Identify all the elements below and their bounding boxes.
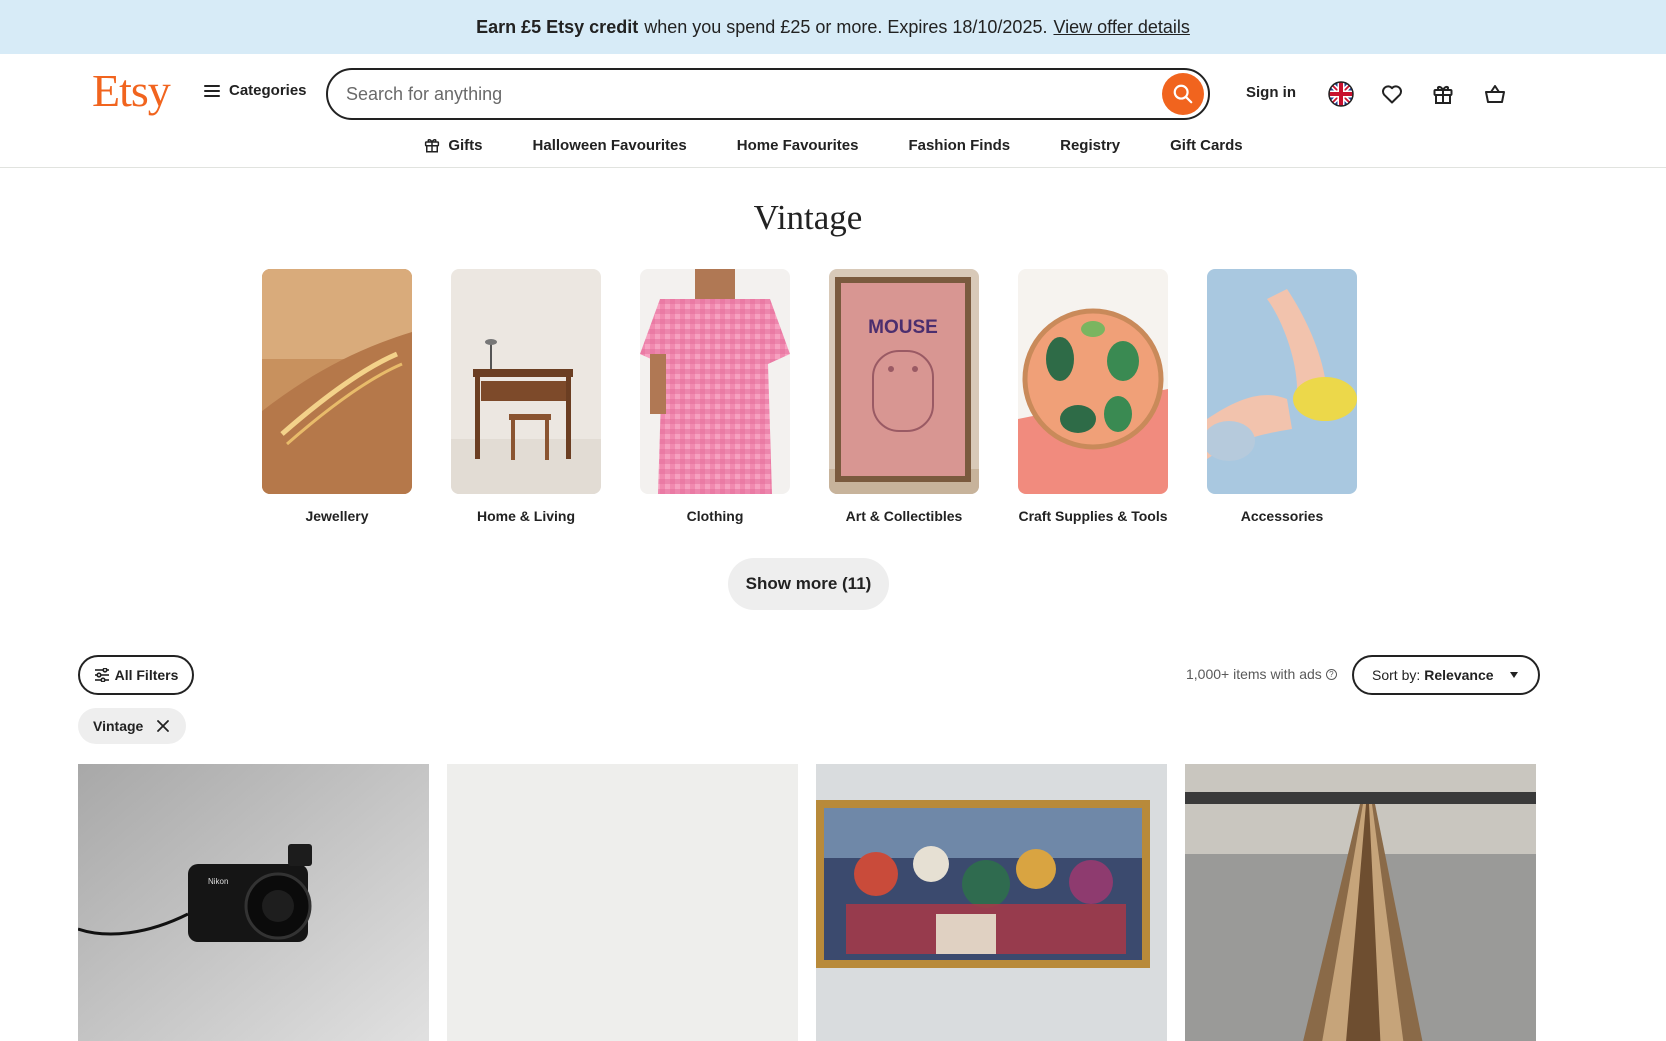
listing-image-rug (1185, 764, 1536, 1041)
category-label: Jewellery (305, 508, 369, 524)
main-nav: Gifts Halloween Favourites Home Favourit… (0, 128, 1666, 162)
caret-down-icon (1510, 672, 1518, 678)
listing-card[interactable] (447, 764, 798, 1041)
listing-grid: Nikon (78, 764, 1536, 1041)
promo-bold-text: Earn £5 Etsy credit (476, 16, 639, 37)
view-offer-details-link[interactable]: View offer details (1053, 17, 1189, 38)
sort-dropdown[interactable]: Sort by: Relevance (1352, 655, 1540, 695)
nav-home-favourites[interactable]: Home Favourites (712, 128, 884, 162)
listing-image-painting (816, 764, 1167, 1041)
sort-prefix: Sort by: (1372, 667, 1421, 683)
category-label: Accessories (1240, 508, 1324, 524)
nav-fashion-finds[interactable]: Fashion Finds (883, 128, 1035, 162)
filter-sliders-icon (94, 668, 109, 682)
etsy-logo[interactable]: Etsy (92, 64, 171, 117)
page-title: Vintage (753, 198, 863, 237)
category-image-jewellery (262, 269, 412, 494)
promo-text: when you spend £25 or more. Expires 18/1… (644, 16, 1048, 37)
search-input[interactable] (346, 80, 1126, 108)
sign-in-link[interactable]: Sign in (1246, 84, 1296, 101)
sort-value: Relevance (1424, 667, 1494, 683)
nav-halloween-favourites[interactable]: Halloween Favourites (508, 128, 712, 162)
categories-button[interactable]: Categories (204, 82, 307, 99)
basket-icon[interactable] (1480, 79, 1510, 109)
search-icon (1173, 84, 1193, 104)
category-accessories[interactable]: Accessories (1207, 269, 1357, 524)
category-jewellery[interactable]: Jewellery (262, 269, 412, 524)
nav-registry[interactable]: Registry (1035, 128, 1145, 162)
search-button[interactable] (1162, 73, 1204, 115)
chip-label: Vintage (93, 718, 144, 734)
all-filters-label: All Filters (114, 667, 179, 683)
category-image-accessories (1207, 269, 1357, 494)
category-art-collectibles[interactable]: MOUSE Art & Collectibles (829, 269, 979, 524)
listing-card[interactable]: Nikon (78, 764, 429, 1041)
category-image-art-collectibles: MOUSE (829, 269, 979, 494)
category-home-living[interactable]: Home & Living (451, 269, 601, 524)
category-label: Clothing (686, 508, 744, 524)
uk-flag-icon[interactable] (1326, 79, 1356, 109)
nav-gifts[interactable]: Gifts (398, 128, 507, 162)
category-label: Art & Collectibles (845, 508, 963, 524)
listing-image-placeholder (447, 764, 798, 1041)
hamburger-icon (204, 84, 220, 97)
category-image-craft-supplies (1018, 269, 1168, 494)
category-label: Home & Living (476, 508, 575, 524)
category-clothing[interactable]: Clothing (640, 269, 790, 524)
listing-card[interactable] (1185, 764, 1536, 1041)
listing-image-camera: Nikon (78, 764, 429, 1041)
category-row: Jewellery Home & Living Clothing MOUSE A… (262, 269, 1357, 524)
nav-gift-cards[interactable]: Gift Cards (1145, 128, 1268, 162)
gift-icon[interactable] (1428, 79, 1458, 109)
nav-gifts-label: Gifts (448, 136, 483, 154)
active-filter-chip[interactable]: Vintage (78, 708, 186, 744)
categories-label: Categories (229, 82, 307, 99)
category-image-home-living (451, 269, 601, 494)
results-count: 1,000+ items with ads ? (1186, 666, 1337, 682)
show-more-button[interactable]: Show more (11) (728, 558, 889, 610)
results-count-text: 1,000+ items with ads (1186, 666, 1322, 682)
category-label: Craft Supplies & Tools (1018, 508, 1168, 524)
search-bar (326, 68, 1210, 120)
help-icon[interactable]: ? (1325, 668, 1337, 680)
all-filters-button[interactable]: All Filters (78, 655, 194, 695)
category-image-clothing (640, 269, 790, 494)
listing-card[interactable] (816, 764, 1167, 1041)
svg-text:Nikon: Nikon (208, 877, 228, 886)
heart-icon[interactable] (1377, 79, 1407, 109)
close-icon[interactable] (156, 719, 170, 733)
promo-banner: Earn £5 Etsy credit when you spend £25 o… (0, 0, 1666, 54)
svg-text:MOUSE: MOUSE (868, 317, 938, 338)
gift-icon (425, 139, 440, 153)
category-craft-supplies-tools[interactable]: Craft Supplies & Tools (1018, 269, 1168, 524)
site-header: Etsy Categories Sign in (0, 54, 1666, 168)
